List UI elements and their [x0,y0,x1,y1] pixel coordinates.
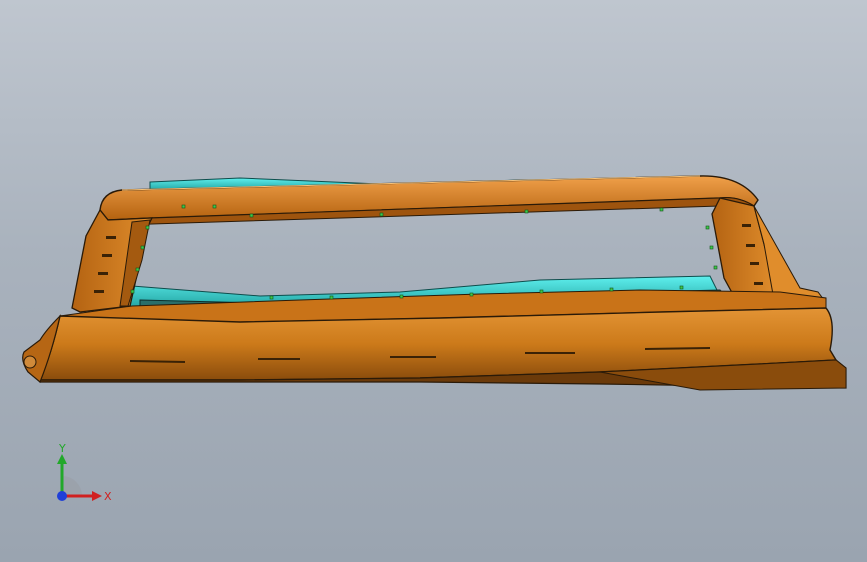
x-axis-label: X [104,490,112,503]
orientation-triad[interactable]: Y X [48,440,118,510]
y-axis-label: Y [58,442,66,455]
graphics-viewport[interactable]: Y X [0,0,867,562]
cad-model[interactable] [0,0,867,562]
y-axis-arrowhead [57,454,67,464]
x-axis-arrowhead [92,491,102,501]
left-end-knob [23,355,37,369]
z-axis-dot [57,491,67,501]
